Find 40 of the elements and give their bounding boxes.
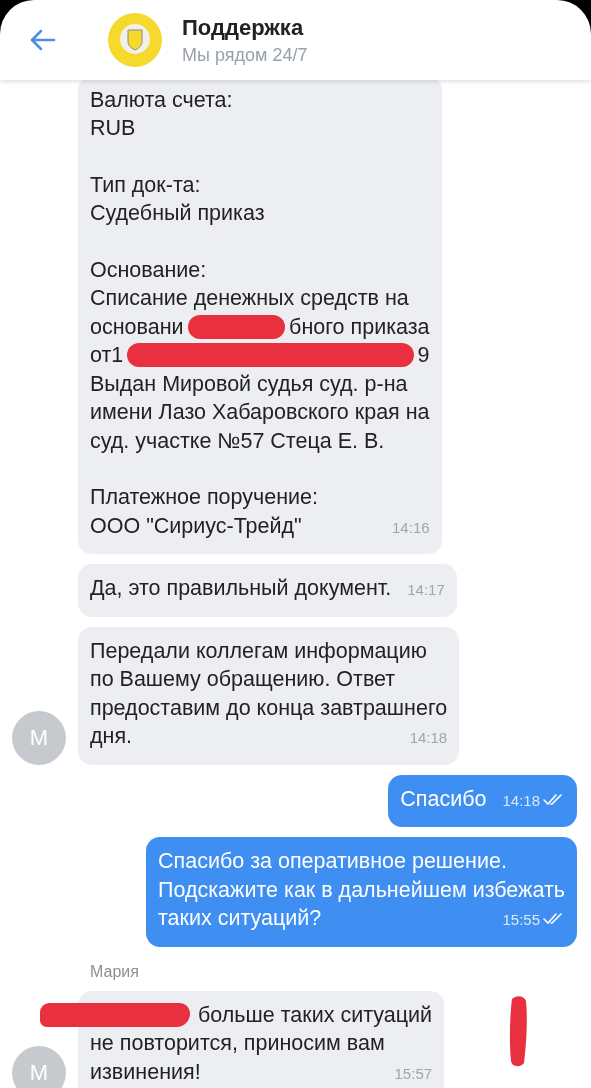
- message-text: Платежное поручение:: [90, 484, 318, 511]
- message-text: бного приказа: [289, 313, 430, 341]
- message-time: 14:18: [501, 790, 540, 811]
- message-time: 15:55: [501, 910, 540, 930]
- message-text: извинения!: [90, 1058, 201, 1086]
- message-text: Выдан Мировой судья суд. р-на: [90, 370, 408, 398]
- avatar: M: [12, 1046, 66, 1088]
- message-text: Спасибо: [400, 785, 487, 813]
- avatar: M: [12, 710, 66, 765]
- message-text: Тип док-та:: [90, 171, 201, 199]
- message-text: Основание:: [90, 256, 207, 284]
- message-text: Да, это правильный документ.: [90, 575, 392, 602]
- message-text: 9: [417, 342, 430, 369]
- message-text: дня.: [90, 723, 133, 750]
- message-text: Списание денежных средств на: [90, 285, 409, 312]
- message-time: 15:57: [393, 1063, 433, 1084]
- message-text: основани: [90, 313, 184, 341]
- chat-title: Поддержка: [182, 14, 305, 41]
- message-text: от1: [90, 342, 124, 369]
- message-text: по Вашему обращению. Ответ: [90, 666, 396, 693]
- message-text: Спасибо за оперативное решение.: [158, 848, 507, 875]
- message-time: 14:16: [391, 517, 430, 538]
- message-text: Подскажите как в дальнейшем избежать: [158, 876, 565, 904]
- message-text: Передали коллегам информацию: [90, 637, 427, 665]
- chat-subtitle: Мы рядом 24/7: [182, 44, 308, 66]
- author-name: Мария: [90, 962, 140, 981]
- shield-logo-icon: [108, 13, 162, 67]
- message-time: 14:17: [406, 580, 445, 600]
- message-text: Валюта счета:: [90, 86, 233, 114]
- message-time: 14:18: [408, 728, 448, 748]
- message-text: больше таких ситуаций: [198, 1001, 433, 1029]
- message-text: таких ситуаций?: [158, 905, 322, 932]
- back-icon[interactable]: [30, 29, 56, 51]
- message-text: Судебный приказ: [90, 200, 265, 227]
- message-text: RUB: [90, 115, 136, 142]
- message-text: не повторится, приносим вам: [90, 1030, 385, 1057]
- message-text: ООО "Сириус-Трейд": [90, 512, 302, 540]
- message-text: имени Лазо Хабаровского края на: [90, 399, 430, 426]
- message-text: предоставим до конца завтрашнего: [90, 694, 448, 722]
- message-text: суд. участке №57 Стеца Е. В.: [90, 427, 385, 455]
